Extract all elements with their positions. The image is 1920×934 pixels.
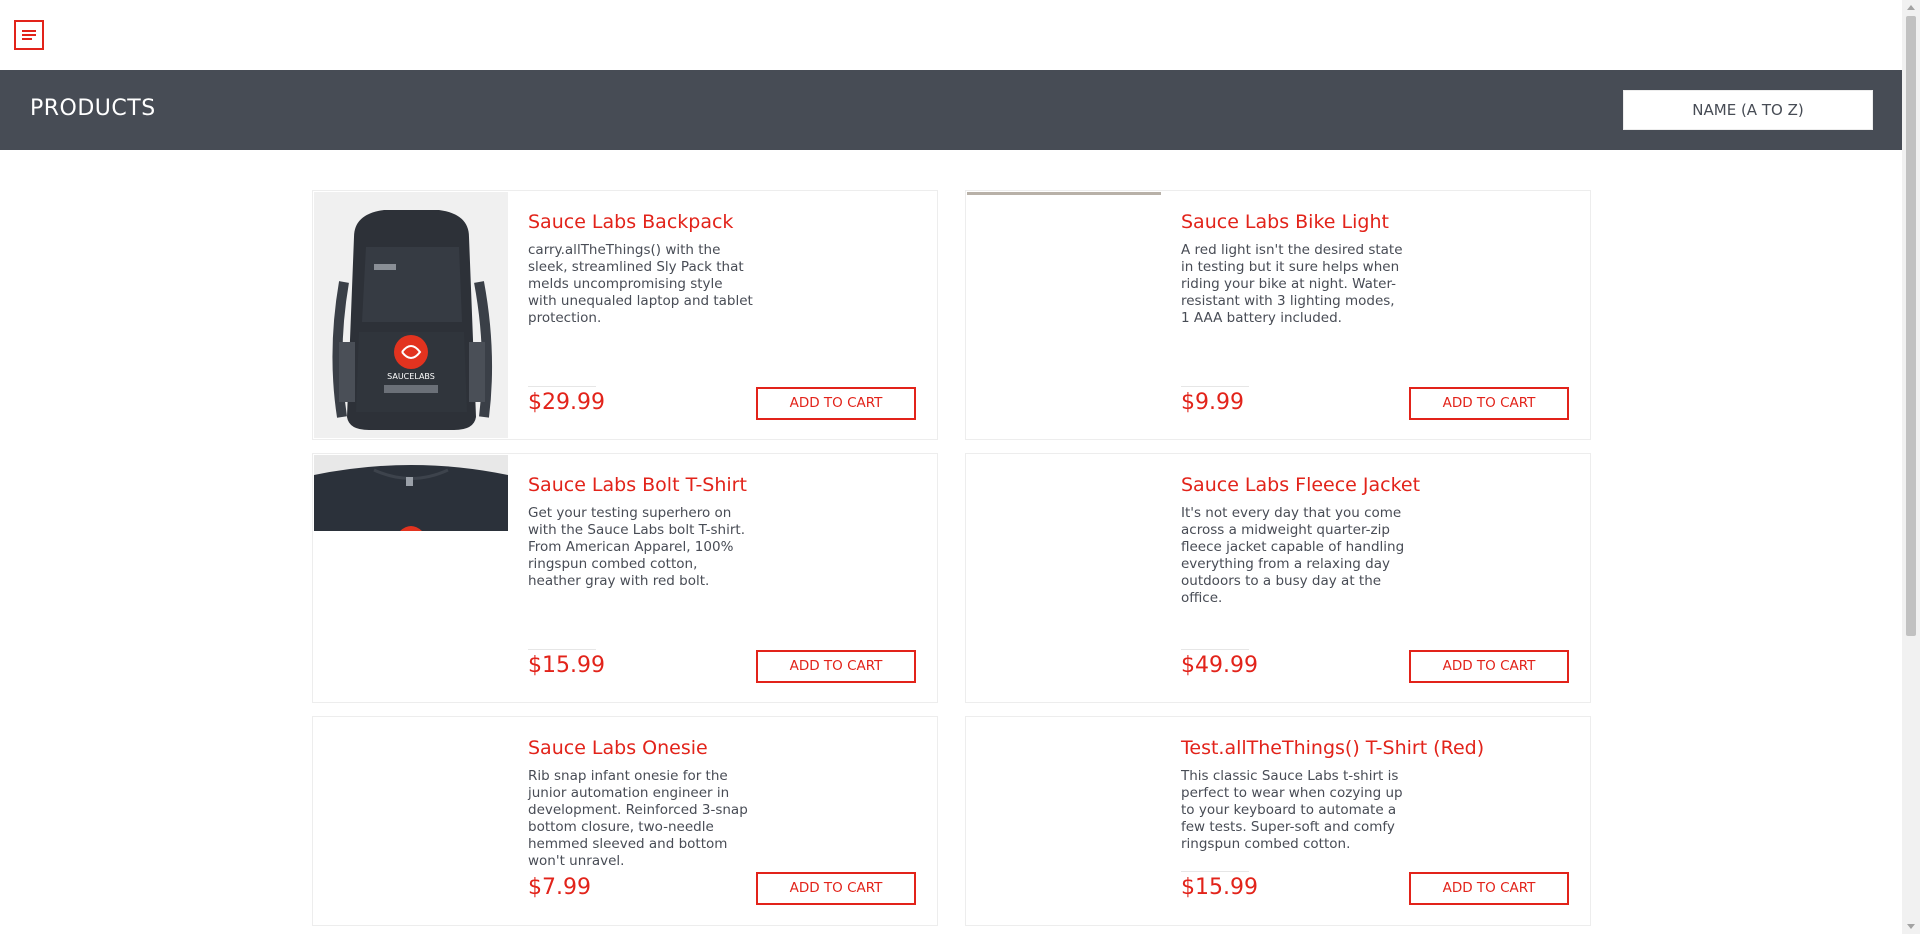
price-divider: [528, 649, 596, 650]
product-image-bike-light[interactable]: [967, 192, 1161, 438]
scroll-down-arrow-icon[interactable]: [1907, 924, 1915, 929]
inventory-item-backpack: SAUCELABS Sauce Labs Backpack carry.allT…: [312, 190, 938, 440]
product-name[interactable]: Test.allTheThings() T-Shirt (Red): [1181, 737, 1484, 759]
price-divider: [528, 386, 596, 387]
add-to-cart-button[interactable]: ADD TO CART: [1409, 650, 1569, 683]
scroll-thumb[interactable]: [1906, 16, 1916, 636]
product-image-red-tshirt[interactable]: [967, 718, 1161, 924]
product-price: $29.99: [528, 390, 605, 415]
product-name[interactable]: Sauce Labs Onesie: [528, 737, 708, 759]
product-name[interactable]: Sauce Labs Bolt T-Shirt: [528, 474, 747, 496]
product-name[interactable]: Sauce Labs Fleece Jacket: [1181, 474, 1420, 496]
product-image-onesie[interactable]: [314, 718, 508, 924]
price-divider: [1181, 649, 1249, 650]
add-to-cart-button[interactable]: ADD TO CART: [756, 650, 916, 683]
add-to-cart-button[interactable]: ADD TO CART: [756, 387, 916, 420]
inventory-item-red-tshirt: Test.allTheThings() T-Shirt (Red) This c…: [965, 716, 1591, 926]
page: PRODUCTS NAME (A TO Z) SAUCELABS Sauce L…: [0, 0, 1920, 934]
product-price: $7.99: [528, 875, 591, 900]
page-title: PRODUCTS: [30, 96, 156, 121]
add-to-cart-button[interactable]: ADD TO CART: [1409, 872, 1569, 905]
product-description: Rib snap infant onesie for the junior au…: [528, 768, 748, 869]
backpack-logo-text: SAUCELABS: [387, 372, 435, 381]
inventory-item-bike-light: Sauce Labs Bike Light A red light isn't …: [965, 190, 1591, 440]
add-to-cart-button[interactable]: ADD TO CART: [756, 872, 916, 905]
product-description: It's not every day that you come across …: [1181, 505, 1405, 606]
product-price: $49.99: [1181, 653, 1258, 678]
inventory-item-fleece-jacket: Sauce Labs Fleece Jacket It's not every …: [965, 453, 1591, 703]
sort-select[interactable]: NAME (A TO Z): [1623, 90, 1873, 130]
product-description: This classic Sauce Labs t-shirt is perfe…: [1181, 768, 1403, 852]
product-image-backpack[interactable]: SAUCELABS: [314, 192, 508, 438]
hamburger-menu-icon[interactable]: [14, 20, 44, 50]
product-name[interactable]: Sauce Labs Bike Light: [1181, 211, 1389, 233]
top-header: [0, 0, 1902, 70]
vertical-scrollbar[interactable]: [1902, 0, 1920, 934]
product-price: $15.99: [528, 653, 605, 678]
scroll-up-arrow-icon[interactable]: [1907, 5, 1915, 10]
price-divider: [1181, 871, 1249, 872]
sub-header: PRODUCTS NAME (A TO Z): [0, 70, 1902, 150]
product-description: carry.allTheThings() with the sleek, str…: [528, 242, 753, 326]
product-price: $15.99: [1181, 875, 1258, 900]
add-to-cart-button[interactable]: ADD TO CART: [1409, 387, 1569, 420]
inventory-item-bolt-tshirt: Sauce Labs Bolt T-Shirt Get your testing…: [312, 453, 938, 703]
inventory-item-onesie: Sauce Labs Onesie Rib snap infant onesie…: [312, 716, 938, 926]
product-description: A red light isn't the desired state in t…: [1181, 242, 1403, 326]
price-divider: [1181, 386, 1249, 387]
product-description: Get your testing superhero on with the S…: [528, 505, 746, 589]
product-price: $9.99: [1181, 390, 1244, 415]
product-image-fleece-jacket[interactable]: [967, 455, 1161, 701]
product-image-bolt-tshirt[interactable]: [314, 455, 508, 701]
product-name[interactable]: Sauce Labs Backpack: [528, 211, 733, 233]
